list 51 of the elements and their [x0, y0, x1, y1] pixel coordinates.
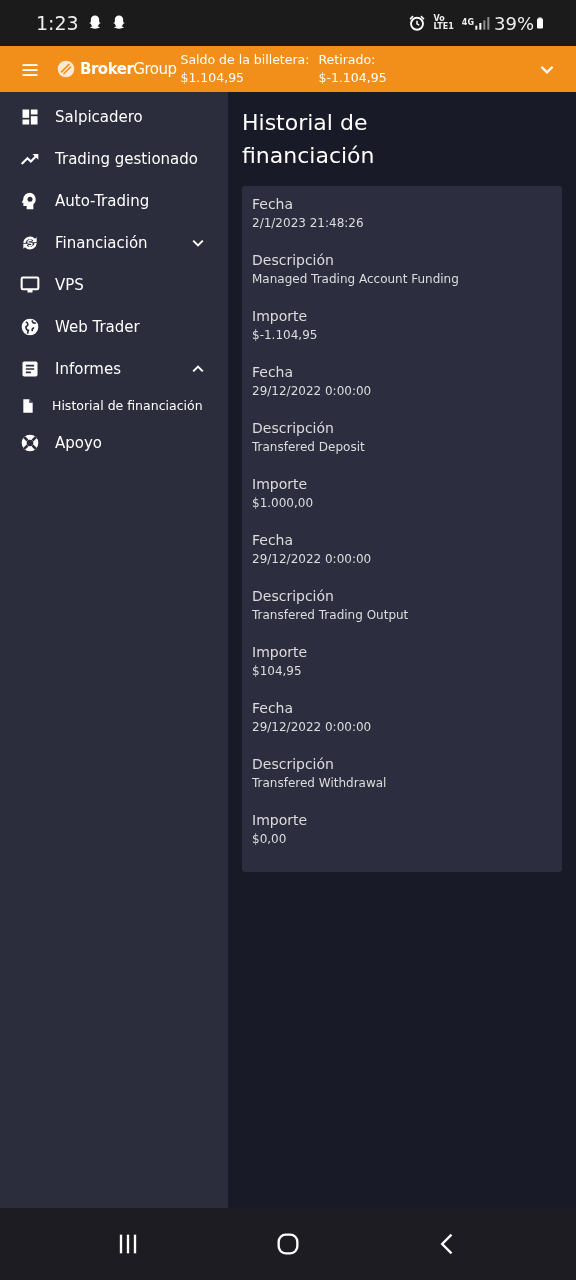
- field-value: Transfered Withdrawal: [252, 775, 388, 792]
- network-type-text: 4G: [461, 19, 474, 27]
- page-title: Historial de financiación: [242, 109, 375, 170]
- field-label: Fecha: [252, 699, 295, 718]
- file-icon: [20, 398, 36, 414]
- logo-icon: [56, 59, 76, 79]
- field-label: Descripción: [252, 419, 335, 438]
- chevron-down-icon: [540, 64, 554, 74]
- clock-text: 1:23: [36, 10, 79, 36]
- field-value: Transfered Deposit: [252, 439, 366, 456]
- sidebar-item[interactable]: Trading gestionado: [0, 138, 228, 180]
- field-value: 29/12/2022 0:00:00: [252, 551, 373, 568]
- field-label: Fecha: [252, 363, 295, 382]
- field-value: 2/1/2023 21:48:26: [252, 215, 365, 232]
- sidebar-item[interactable]: Informes: [0, 348, 228, 390]
- field-value: $-1.104,95: [252, 327, 319, 344]
- field-label: Descripción: [252, 755, 335, 774]
- signal-icon: [474, 15, 490, 31]
- field-label: Descripción: [252, 587, 335, 606]
- withdrawn-text: Retirado: $-1.104,95: [318, 51, 388, 87]
- globe-icon: [20, 317, 40, 337]
- field-value: Transfered Trading Output: [252, 607, 410, 624]
- sidebar-item[interactable]: Web Trader: [0, 306, 228, 348]
- sidebar-item[interactable]: Financiación: [0, 222, 228, 264]
- sidebar-item[interactable]: VPS: [0, 264, 228, 306]
- document-icon: [20, 359, 40, 379]
- field-label: Fecha: [252, 195, 295, 214]
- field-value: $1.000,00: [252, 495, 315, 512]
- sidebar-item[interactable]: Auto-Trading: [0, 180, 228, 222]
- field-label: Importe: [252, 475, 309, 494]
- field-value: 29/12/2022 0:00:00: [252, 383, 373, 400]
- field-label: Importe: [252, 307, 309, 326]
- sidebar-item[interactable]: Salpicadero: [0, 96, 228, 138]
- field-label: Descripción: [252, 251, 335, 270]
- brand-logo: BrokerGroup: [80, 58, 177, 80]
- field-label: Fecha: [252, 531, 295, 550]
- sidebar-subitem[interactable]: Historial de financiación: [0, 390, 228, 422]
- field-value: $104,95: [252, 663, 303, 680]
- alarm-icon: [407, 14, 426, 32]
- field-label: Importe: [252, 643, 309, 662]
- monitor-icon: [20, 275, 40, 295]
- field-value: 29/12/2022 0:00:00: [252, 719, 373, 736]
- field-label: Importe: [252, 811, 309, 830]
- sidebar-item[interactable]: Apoyo: [0, 422, 228, 464]
- lifebuoy-icon: [20, 433, 40, 453]
- battery-text: 39%: [494, 11, 534, 36]
- dashboard-icon: [20, 107, 40, 127]
- field-value: $0,00: [252, 831, 288, 848]
- network-text: Vo LTE1: [433, 15, 454, 31]
- field-value: Managed Trading Account Funding: [252, 271, 460, 288]
- balance-text: Saldo de la billetera: $1.104,95: [180, 51, 311, 87]
